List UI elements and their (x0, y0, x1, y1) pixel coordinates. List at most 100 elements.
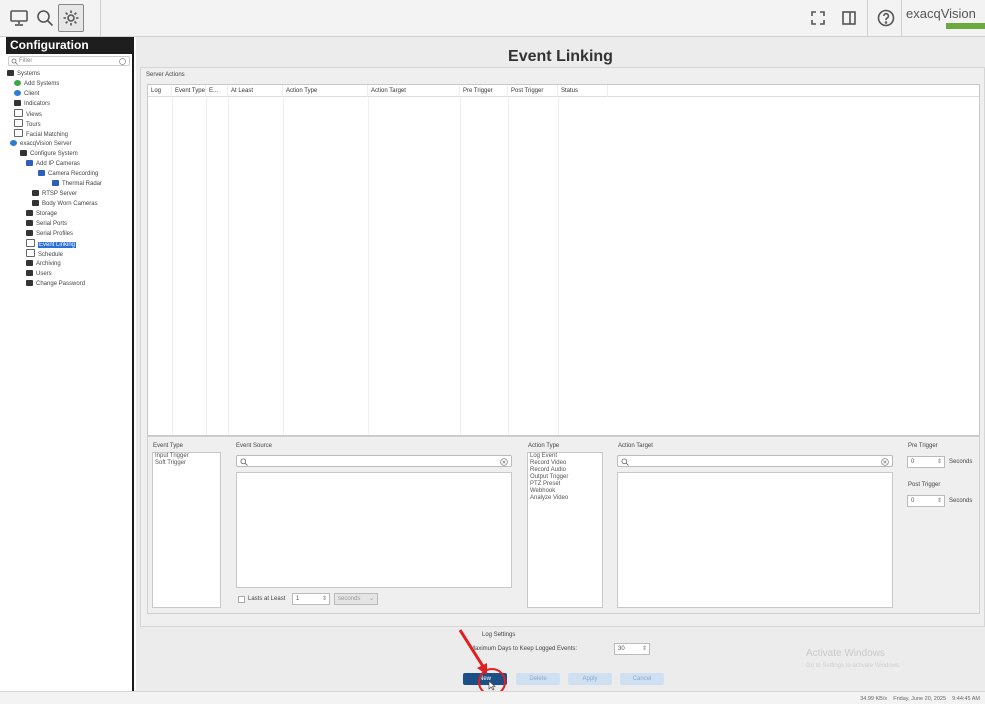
tree-item-configure-system[interactable]: Configure System (6, 149, 134, 159)
post-trigger-stepper[interactable]: 0 ⇕ (907, 495, 945, 507)
column-divider (206, 97, 207, 435)
tree-item-client[interactable]: Client (6, 89, 134, 99)
list-item[interactable]: Webhook (528, 488, 602, 495)
tree-item-event-linking[interactable]: Event Linking (6, 239, 134, 249)
port-icon (26, 220, 33, 226)
configuration-sidebar: Configuration Filter Systems Add Systems… (6, 37, 134, 691)
tree-item-facial-matching[interactable]: Facial Matching (6, 129, 134, 139)
tree-item-body-worn-cameras[interactable]: Body Worn Cameras (6, 199, 134, 209)
calendar-icon (26, 249, 35, 257)
tree-item-rtsp-server[interactable]: RTSP Server (6, 189, 134, 199)
column-header[interactable]: Action Type (283, 85, 368, 97)
tree-item-thermal-radar[interactable]: Thermal Radar (6, 179, 134, 189)
lasts-unit-select[interactable]: seconds ⌄ (334, 593, 378, 605)
column-header[interactable]: Post Trigger (508, 85, 558, 97)
action-target-list[interactable] (617, 472, 893, 608)
column-header[interactable]: Event Type (172, 85, 206, 97)
server-icon (7, 70, 14, 76)
event-source-label: Event Source (236, 443, 273, 449)
toolbar-divider (901, 0, 902, 37)
tree-item-camera-recording[interactable]: Camera Recording (6, 169, 134, 179)
search-icon (11, 58, 18, 65)
tree-item-users[interactable]: Users (6, 269, 134, 279)
column-header[interactable]: Action Target (368, 85, 460, 97)
tree-item-archiving[interactable]: Archiving (6, 259, 134, 269)
tree-item-exacqvision-server[interactable]: exacqVision Server (6, 139, 134, 149)
list-item[interactable]: Analyze Video (528, 495, 602, 502)
tree-item-add-systems[interactable]: Add Systems (6, 79, 134, 89)
help-icon[interactable] (873, 4, 899, 32)
chevron-down-icon: ⌄ (368, 596, 374, 602)
clear-icon[interactable] (881, 458, 889, 466)
camera-icon (26, 160, 33, 166)
stepper-arrows-icon: ⇕ (936, 459, 942, 465)
rtsp-icon (32, 190, 39, 196)
post-trigger-label: Post Trigger (908, 482, 941, 488)
tour-icon (14, 119, 23, 127)
list-item[interactable]: Log Event (528, 453, 602, 460)
list-item[interactable]: PTZ Preset (528, 481, 602, 488)
lasts-stepper[interactable]: 1 ⇕ (292, 593, 330, 605)
server-icon (10, 140, 17, 146)
action-type-label: Action Type (528, 443, 560, 449)
action-target-label: Action Target (618, 443, 653, 449)
search-icon[interactable] (32, 4, 58, 32)
sidebar-title: Configuration (6, 37, 134, 54)
pre-trigger-stepper[interactable]: 0 ⇕ (907, 456, 945, 468)
search-icon (240, 458, 248, 466)
event-source-list[interactable] (236, 472, 512, 588)
clear-icon[interactable] (119, 58, 126, 65)
column-divider (558, 97, 559, 435)
event-type-label: Event Type (153, 443, 183, 449)
column-header[interactable]: Pre Trigger (460, 85, 508, 97)
tree-item-add-ip-cameras[interactable]: Add IP Cameras (6, 159, 134, 169)
tree-item-indicators[interactable]: Indicators (6, 99, 134, 109)
column-divider (172, 97, 173, 435)
tree-item-systems[interactable]: Systems (6, 69, 134, 79)
tree-item-serial-ports[interactable]: Serial Ports (6, 219, 134, 229)
column-divider (228, 97, 229, 435)
column-header[interactable]: At Least (228, 85, 283, 97)
delete-button[interactable]: Delete (516, 673, 560, 685)
event-source-search[interactable] (236, 455, 512, 467)
column-divider (283, 97, 284, 435)
monitor-icon[interactable] (6, 4, 32, 32)
tree-item-storage[interactable]: Storage (6, 209, 134, 219)
filter-input[interactable]: Filter (8, 56, 130, 66)
sidebar-toggle-icon[interactable] (836, 4, 862, 32)
list-item[interactable]: Input Trigger (153, 453, 220, 460)
profile-icon (26, 230, 33, 236)
column-header[interactable]: E... (206, 85, 228, 97)
archive-icon (26, 260, 33, 266)
annotation-arrow (458, 629, 506, 696)
apply-button[interactable]: Apply (568, 673, 612, 685)
tree-item-serial-profiles[interactable]: Serial Profiles (6, 229, 134, 239)
stepper-arrows-icon: ⇕ (641, 646, 647, 652)
list-item[interactable]: Record Audio (528, 467, 602, 474)
cursor-icon (488, 680, 496, 691)
list-item[interactable]: Soft Trigger (153, 460, 220, 467)
list-item[interactable]: Record Video (528, 460, 602, 467)
system-icon (20, 150, 27, 156)
tree-item-tours[interactable]: Tours (6, 119, 134, 129)
client-icon (14, 90, 21, 96)
pre-trigger-label: Pre Trigger (908, 443, 938, 449)
expand-icon[interactable] (805, 4, 831, 32)
list-item[interactable]: Output Trigger (528, 474, 602, 481)
column-header[interactable]: Status (558, 85, 608, 97)
column-header[interactable]: Log (148, 85, 172, 97)
lasts-checkbox[interactable] (238, 596, 245, 603)
tree-item-views[interactable]: Views (6, 109, 134, 119)
cancel-button[interactable]: Cancel (620, 673, 664, 685)
clear-icon[interactable] (500, 458, 508, 466)
lasts-label: Lasts at Least (248, 596, 286, 602)
event-type-list[interactable]: Input Trigger Soft Trigger (152, 452, 221, 608)
action-target-search[interactable] (617, 455, 893, 467)
monitor-icon (14, 109, 23, 117)
max-days-stepper[interactable]: 30 ⇕ (614, 643, 650, 655)
tree-item-schedule[interactable]: Schedule (6, 249, 134, 259)
tree-item-change-password[interactable]: Change Password (6, 279, 134, 289)
action-type-list[interactable]: Log Event Record Video Record Audio Outp… (527, 452, 603, 608)
gear-icon[interactable] (58, 4, 84, 32)
server-actions-table[interactable]: Log Event Type E... At Least Action Type… (147, 84, 980, 436)
